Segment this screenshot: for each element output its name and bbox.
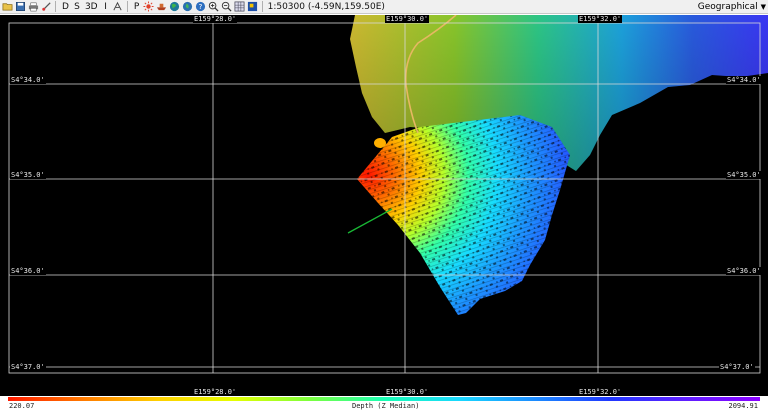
toolbar-file-group [0,0,52,14]
toolbar-separator [55,1,56,12]
zoom-in-icon[interactable] [208,1,220,13]
save-icon[interactable] [14,1,26,13]
open-icon[interactable] [1,1,13,13]
profile-button[interactable]: P [132,1,142,13]
depth-color-ramp [8,397,760,401]
projection-value: Geographical [697,1,758,12]
depth-legend: 220.07 Depth (Z Median) 2094.91 [0,396,768,414]
fx-icon[interactable] [112,1,124,13]
svg-text:?: ? [199,2,203,11]
bathymetry-map[interactable] [0,15,768,399]
toolbar-tools-group: P ? [131,0,259,14]
grid-toggle-icon[interactable] [234,1,246,13]
latitude-label-left-2: S4°35.0' [10,171,46,179]
measure-icon[interactable] [40,1,52,13]
toolbar-separator [126,1,128,12]
scale-position-readout: 1:50300 (-4.59N,159.50E) [267,1,385,12]
longitude-label-top-2: E159°30.0' [385,15,430,23]
toolbar-view-group: D S 3D I [59,0,124,14]
longitude-label-top-3: E159°32.0' [578,15,623,23]
view-s-button[interactable]: S [72,1,82,13]
longitude-label-bottom-3: E159°32.0' [578,388,623,396]
shore-point [374,138,386,148]
info-button[interactable]: I [101,1,111,13]
legend-min-label: 220.07 [9,402,35,410]
legend-max-label: 2094.91 [728,402,758,410]
view-3d-button[interactable]: 3D [83,1,100,13]
latitude-label-left-3: S4°36.0' [10,267,46,275]
profile-line [347,208,393,234]
latitude-label-right-2: S4°35.0' [726,171,762,179]
latitude-label-left-4: S4°37.0' [10,363,46,371]
ship-icon[interactable] [156,1,168,13]
latitude-label-right-1: S4°34.0' [726,76,762,84]
help-icon[interactable]: ? [195,1,207,13]
legend-title: Depth (Z Median) [352,402,420,410]
longitude-label-bottom-2: E159°30.0' [385,388,430,396]
map-view[interactable]: E159°28.0' E159°30.0' E159°32.0' E159°28… [0,15,768,399]
chevron-down-icon: ▼ [760,2,766,11]
globe-rotate-icon[interactable] [182,1,194,13]
zoom-out-icon[interactable] [221,1,233,13]
projection-dropdown[interactable]: Geographical ▼ [698,0,768,13]
longitude-label-bottom-1: E159°28.0' [193,388,238,396]
toolbar-separator [261,1,263,12]
latitude-label-left-1: S4°34.0' [10,76,46,84]
latitude-label-right-3: S4°36.0' [726,267,762,275]
longitude-label-top-1: E159°28.0' [193,15,238,23]
survey-swath-streaks [357,115,570,315]
latitude-label-right-4: S4°37.0' [719,363,755,371]
view-d-button[interactable]: D [60,1,71,13]
toolbar: D S 3D I P ? 1:50300 (-4.59N,159.50E) Ge… [0,0,768,14]
layer-icon[interactable] [247,1,259,13]
globe-icon[interactable] [169,1,181,13]
sun-illumination-icon[interactable] [143,1,155,13]
print-icon[interactable] [27,1,39,13]
